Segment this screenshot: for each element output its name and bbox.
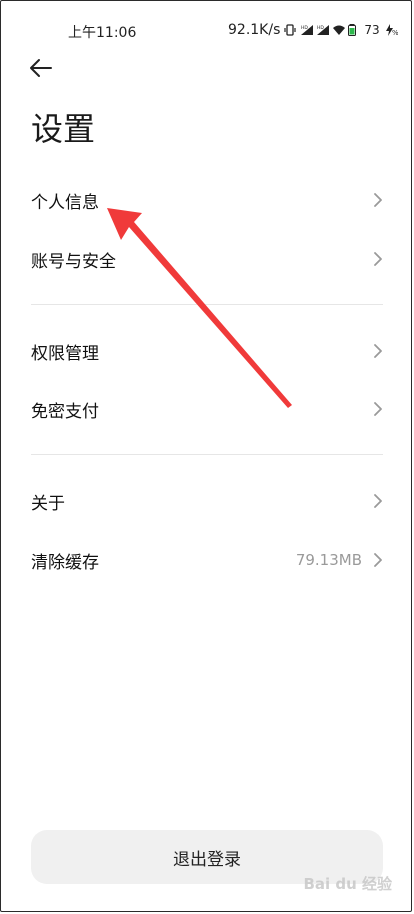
group-divider xyxy=(31,304,383,305)
network-speed: 92.1K/s xyxy=(228,22,281,38)
group-divider xyxy=(31,454,383,455)
page-title: 设置 xyxy=(31,110,96,148)
settings-item-permissions[interactable]: 权限管理 xyxy=(0,326,414,376)
watermark: Bai du 经验 xyxy=(303,875,392,893)
chevron-right-icon xyxy=(374,553,382,567)
status-right: 92.1K/s HD HD 73 % xyxy=(228,22,398,38)
settings-item-password-free-pay[interactable]: 免密支付 xyxy=(0,384,414,434)
hd-signal-icon-2: HD xyxy=(316,24,330,36)
arrow-left-icon xyxy=(30,59,52,77)
svg-text:%: % xyxy=(392,29,398,36)
settings-item-label: 关于 xyxy=(31,493,65,514)
wifi-icon xyxy=(332,24,346,36)
chevron-right-icon xyxy=(374,402,382,416)
settings-item-label: 免密支付 xyxy=(31,401,99,422)
settings-item-label: 个人信息 xyxy=(31,192,99,213)
battery-icon xyxy=(348,24,360,36)
back-button[interactable] xyxy=(28,56,54,80)
svg-text:HD: HD xyxy=(317,25,324,31)
svg-text:HD: HD xyxy=(301,25,308,31)
settings-item-label: 权限管理 xyxy=(31,343,99,364)
status-bar: 上午11:06 92.1K/s HD HD 73 % xyxy=(0,0,414,56)
settings-item-account-security[interactable]: 账号与安全 xyxy=(0,234,414,284)
charging-icon: % xyxy=(384,24,398,36)
chevron-right-icon xyxy=(374,494,382,508)
chevron-right-icon xyxy=(374,344,382,358)
battery-level: 73 xyxy=(364,23,380,37)
chevron-right-icon xyxy=(374,252,382,266)
settings-item-label: 清除缓存 xyxy=(31,552,99,573)
hd-signal-icon: HD xyxy=(300,24,314,36)
cache-size: 79.13MB xyxy=(295,551,362,569)
settings-item-about[interactable]: 关于 xyxy=(0,476,414,526)
settings-item-label: 账号与安全 xyxy=(31,251,116,272)
vibrate-icon xyxy=(284,24,296,36)
settings-item-personal-info[interactable]: 个人信息 xyxy=(0,175,414,225)
status-time: 上午11:06 xyxy=(68,25,137,41)
settings-item-clear-cache[interactable]: 清除缓存 79.13MB xyxy=(0,535,414,585)
chevron-right-icon xyxy=(374,193,382,207)
